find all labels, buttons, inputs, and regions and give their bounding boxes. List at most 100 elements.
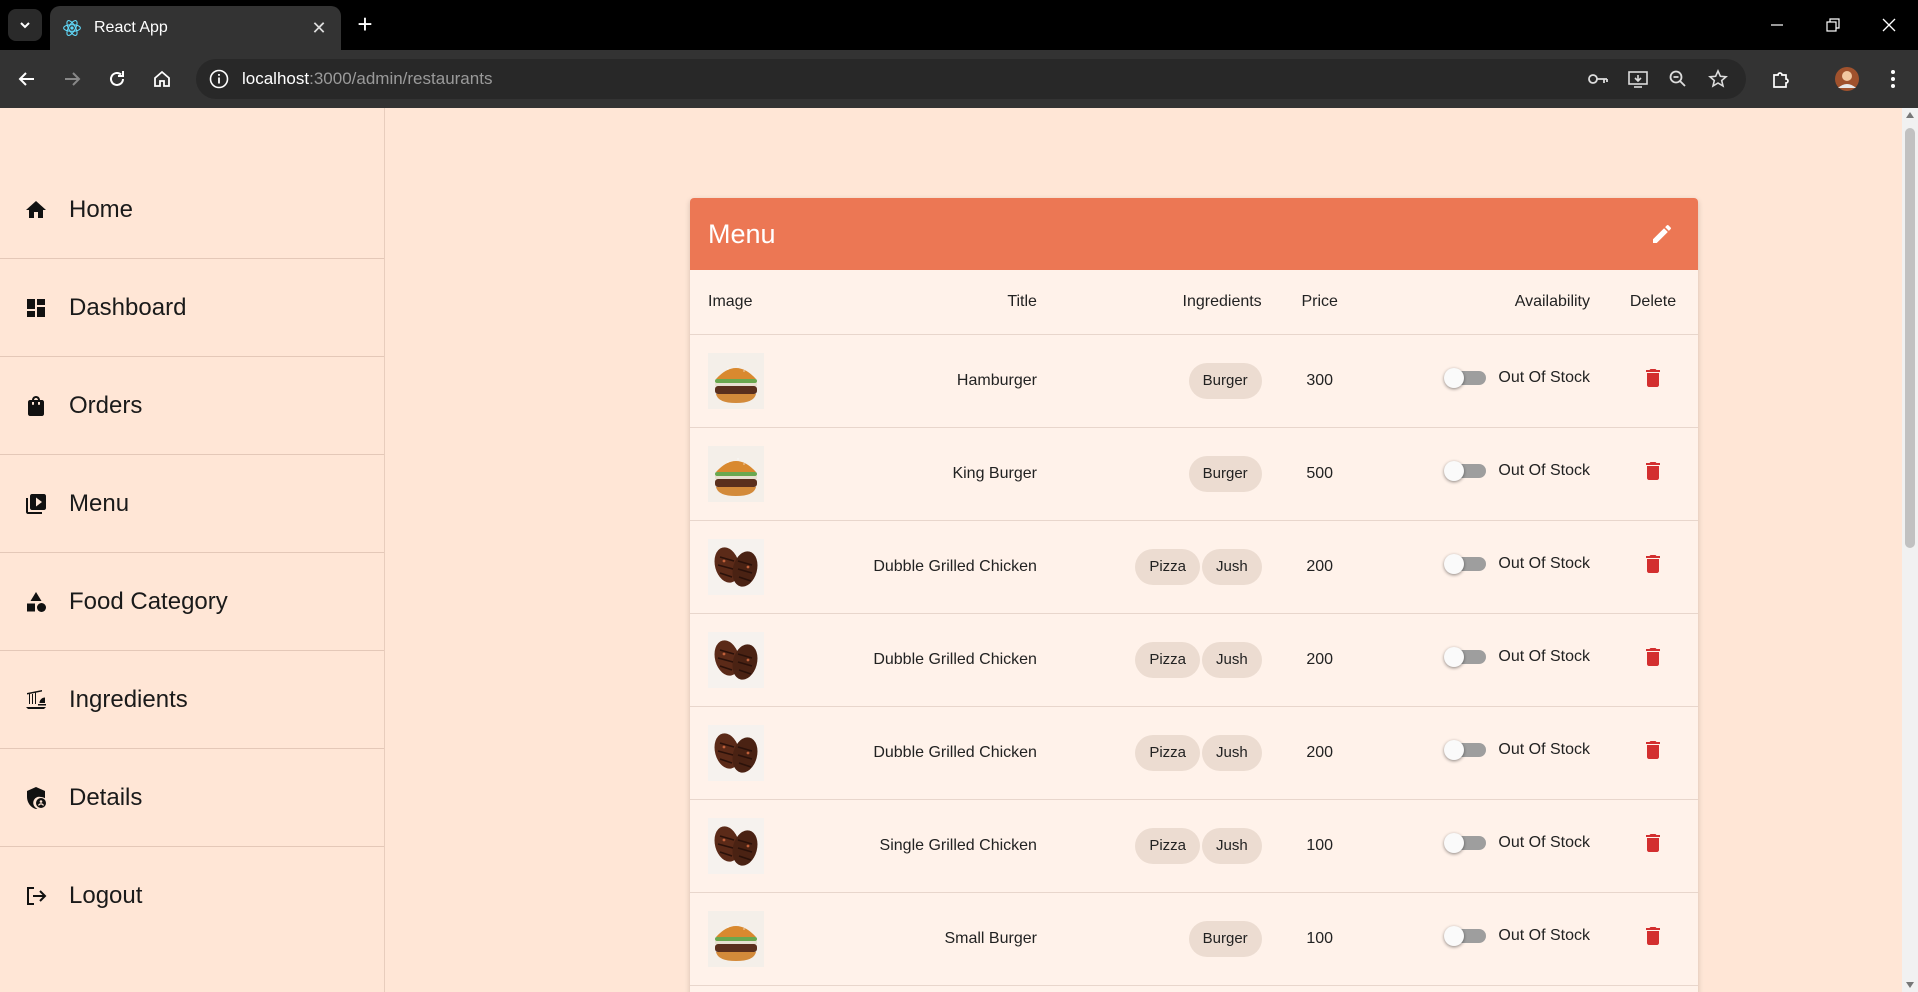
- scroll-up-arrow-icon[interactable]: [1906, 112, 1914, 118]
- delete-cell: [1608, 520, 1698, 614]
- sidebar-item-orders[interactable]: Orders: [0, 357, 384, 455]
- sidebar-item-label: Menu: [69, 489, 130, 517]
- column-header-availability: Availability: [1359, 270, 1608, 335]
- kebab-menu-icon: [1891, 70, 1895, 88]
- chevron-down-icon: [20, 22, 30, 29]
- site-info-icon[interactable]: [208, 68, 230, 90]
- food-price: 200: [1279, 520, 1360, 614]
- page-scrollbar[interactable]: [1902, 108, 1918, 992]
- availability-label: Out Of Stock: [1498, 648, 1590, 665]
- browser-menu-button[interactable]: [1878, 64, 1908, 94]
- food-price: 300: [1279, 334, 1360, 428]
- sidebar-item-label: Ingredients: [69, 685, 188, 713]
- sidebar-item-label: Home: [69, 195, 134, 223]
- ingredient-chip: Jush: [1202, 827, 1262, 864]
- zoom-icon[interactable]: [1666, 68, 1690, 90]
- home-icon: [23, 197, 49, 223]
- availability-toggle[interactable]: [1444, 461, 1488, 481]
- close-window-button[interactable]: [1874, 12, 1904, 38]
- ingredient-chip: Jush: [1202, 734, 1262, 771]
- menu-book-icon: [23, 491, 49, 517]
- table-row: Dubble Grilled Chicken Pizza Jush 200 Out Of…: [690, 706, 1698, 800]
- sidebar-item-details[interactable]: Details: [0, 749, 384, 847]
- food-image-cell: [690, 520, 782, 614]
- availability-toggle[interactable]: [1444, 647, 1488, 667]
- food-price: 100: [1279, 799, 1360, 893]
- sidebar-item-label: Food Category: [69, 587, 228, 615]
- burger-image: [708, 352, 764, 409]
- table-row: Dubble Grilled Chicken Pizza Jush 200 Out Of…: [690, 613, 1698, 707]
- install-app-icon[interactable]: [1626, 68, 1650, 90]
- table-row: Small Burger Burger 100 Out Of Stock: [690, 892, 1698, 986]
- delete-icon[interactable]: [1641, 366, 1665, 390]
- grilled-chicken-image: [708, 724, 764, 781]
- main-content: Menu Image Title Ingredients Price Avail…: [385, 108, 1902, 992]
- tab-search-button[interactable]: [8, 9, 42, 41]
- restore-button[interactable]: [1818, 12, 1848, 38]
- availability-toggle[interactable]: [1444, 368, 1488, 388]
- extensions-button[interactable]: [1766, 64, 1796, 94]
- grilled-chicken-image: [708, 538, 764, 595]
- edit-button[interactable]: [1642, 214, 1682, 254]
- toggle-thumb: [1444, 740, 1465, 760]
- delete-cell: [1608, 706, 1698, 800]
- tab-title: React App: [94, 19, 168, 36]
- delete-icon[interactable]: [1641, 645, 1665, 669]
- scrollbar-thumb[interactable]: [1905, 128, 1915, 548]
- password-key-icon[interactable]: [1586, 68, 1610, 90]
- home-button[interactable]: [147, 64, 177, 94]
- minimize-button[interactable]: [1762, 12, 1792, 38]
- shopping-bag-icon: [23, 393, 49, 419]
- availability-label: Out Of Stock: [1498, 834, 1590, 851]
- sidebar-item-ingredients[interactable]: Ingredients: [0, 651, 384, 749]
- ingredient-chip: Jush: [1202, 641, 1262, 678]
- availability-toggle[interactable]: [1444, 740, 1488, 760]
- delete-icon[interactable]: [1641, 552, 1665, 576]
- sidebar: Home Dashboard Orders Menu Food Category…: [0, 108, 385, 992]
- address-bar[interactable]: localhost:3000/admin/restaurants: [196, 59, 1746, 99]
- burger-image: [708, 910, 764, 967]
- availability-cell: Out Of Stock: [1359, 427, 1608, 521]
- sidebar-item-home[interactable]: Home: [0, 161, 384, 259]
- url-host: localhost: [242, 69, 310, 88]
- category-icon: [23, 589, 49, 615]
- delete-icon[interactable]: [1641, 738, 1665, 762]
- ingredient-chip: Burger: [1188, 455, 1262, 492]
- table-row: Single Grilled Chicken Pizza Jush 100 Out Of…: [690, 799, 1698, 893]
- availability-toggle[interactable]: [1444, 833, 1488, 853]
- sidebar-item-logout[interactable]: Logout: [0, 847, 384, 945]
- tab-close-icon[interactable]: ✕: [309, 18, 329, 39]
- scroll-down-arrow-icon[interactable]: [1906, 982, 1914, 988]
- delete-icon[interactable]: [1641, 831, 1665, 855]
- browser-tab[interactable]: React App ✕: [50, 6, 341, 50]
- bookmark-star-icon[interactable]: [1706, 68, 1730, 90]
- sidebar-item-food-category[interactable]: Food Category: [0, 553, 384, 651]
- sidebar-item-menu[interactable]: Menu: [0, 455, 384, 553]
- column-header-price: Price: [1279, 270, 1360, 335]
- ingredients-cell: Burger: [1054, 892, 1280, 986]
- availability-cell: Out Of Stock: [1359, 892, 1608, 986]
- new-tab-button[interactable]: +: [352, 11, 378, 38]
- dashboard-icon: [23, 295, 49, 321]
- availability-toggle[interactable]: [1444, 554, 1488, 574]
- availability-label: Out Of Stock: [1498, 369, 1590, 386]
- pencil-icon: [1653, 224, 1672, 243]
- arrow-right-icon: [65, 72, 81, 86]
- reload-button[interactable]: [102, 64, 132, 94]
- food-price: 100: [1279, 892, 1360, 986]
- profile-avatar-button[interactable]: [1832, 64, 1862, 94]
- availability-cell: Out Of Stock: [1359, 520, 1608, 614]
- food-title: King Burger: [782, 427, 1055, 521]
- back-button[interactable]: [12, 64, 42, 94]
- toggle-thumb: [1444, 647, 1465, 667]
- toggle-thumb: [1444, 461, 1465, 481]
- table-header-row: Image Title Ingredients Price Availabili…: [690, 270, 1698, 335]
- sidebar-item-dashboard[interactable]: Dashboard: [0, 259, 384, 357]
- url-text[interactable]: localhost:3000/admin/restaurants: [242, 69, 492, 89]
- dinner-dining-icon: [23, 687, 49, 713]
- delete-icon[interactable]: [1641, 924, 1665, 948]
- delete-icon[interactable]: [1641, 459, 1665, 483]
- minimize-icon: [1771, 24, 1783, 26]
- forward-button[interactable]: [57, 64, 87, 94]
- availability-toggle[interactable]: [1444, 926, 1488, 946]
